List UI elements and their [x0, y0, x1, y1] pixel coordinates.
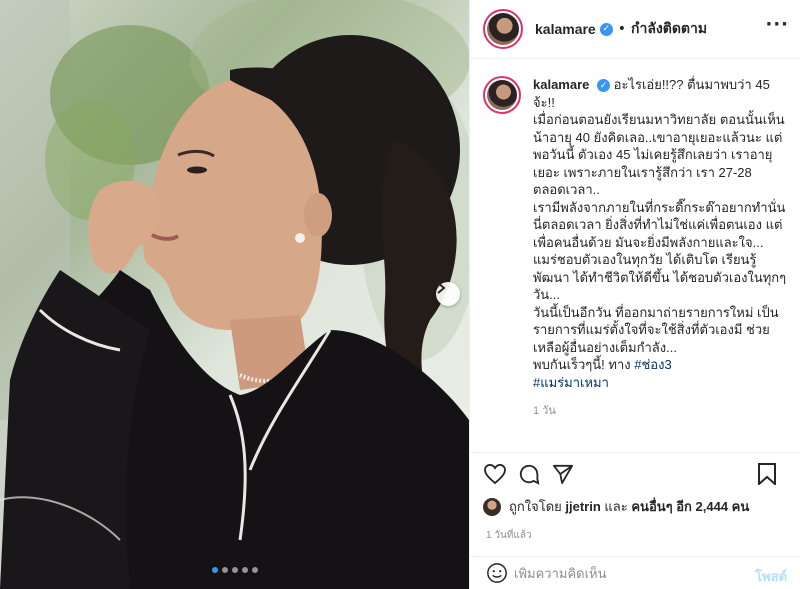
liker-avatar[interactable] [483, 497, 501, 516]
likes-connector: และ [604, 499, 628, 514]
add-comment-bar: โพสต์ [470, 556, 800, 589]
hashtag-channel3[interactable]: #ช่อง3 [634, 357, 671, 372]
carousel-dot [241, 567, 248, 573]
caption-username[interactable]: kalamare [533, 77, 589, 92]
comment-bubble-icon[interactable] [517, 462, 541, 486]
hashtag-maremaohmao[interactable]: #แมร่มาเหมา [533, 375, 609, 390]
carousel-dot [231, 567, 238, 573]
liker-username[interactable]: jjetrin [565, 499, 600, 514]
instagram-post-view: kalamare ✓ • กำลังติดตาม ··· kalamare ✓ … [0, 0, 800, 589]
caption-timestamp: 1 วัน [533, 405, 556, 417]
comment-input[interactable] [514, 565, 734, 581]
more-options-icon[interactable]: ··· [765, 14, 789, 35]
caption-author-avatar[interactable] [483, 76, 521, 114]
verified-badge-icon: ✓ [599, 22, 613, 36]
post-actions-bar [470, 454, 800, 494]
carousel-dot [211, 567, 218, 573]
carousel-next-button[interactable] [436, 282, 460, 306]
post-header: kalamare ✓ • กำลังติดตาม ··· [470, 0, 800, 59]
carousel-dot [221, 567, 228, 573]
caption-section: kalamare ✓ อะไรเอ่ย!!?? ตื่นมาพบว่า 45 จ… [470, 60, 800, 453]
caption-body: อะไรเอ่ย!!?? ตื่นมาพบว่า 45 จ้ะ!! เมื่อก… [533, 77, 787, 372]
post-photo[interactable] [0, 0, 469, 589]
caption-verified-badge-icon: ✓ [597, 79, 611, 93]
author-avatar[interactable] [483, 9, 523, 49]
chevron-right-icon [437, 282, 446, 294]
bookmark-icon[interactable] [755, 462, 779, 486]
likes-summary: ถูกใจโดย jjetrin และ คนอื่นๆ อีก 2,444 ค… [483, 496, 749, 517]
likes-others-link[interactable]: คนอื่นๆ อีก 2,444 คน [631, 496, 749, 517]
woman-portrait-image [0, 0, 469, 589]
share-paper-plane-icon[interactable] [551, 462, 575, 486]
caption-text: kalamare ✓ อะไรเอ่ย!!?? ตื่นมาพบว่า 45 จ… [533, 76, 787, 391]
likes-prefix: ถูกใจโดย [509, 499, 562, 514]
header-separator: • [617, 21, 626, 37]
post-timestamp: 1 วันที่แล้ว [486, 530, 532, 541]
carousel-dot [251, 567, 258, 573]
carousel-indicator [0, 567, 469, 573]
author-username[interactable]: kalamare [535, 21, 596, 37]
post-comment-button[interactable]: โพสต์ [755, 566, 787, 587]
like-heart-icon[interactable] [483, 462, 507, 486]
post-side-panel: kalamare ✓ • กำลังติดตาม ··· kalamare ✓ … [469, 0, 800, 589]
following-button[interactable]: กำลังติดตาม [631, 18, 707, 40]
emoji-smile-icon[interactable] [486, 562, 508, 584]
